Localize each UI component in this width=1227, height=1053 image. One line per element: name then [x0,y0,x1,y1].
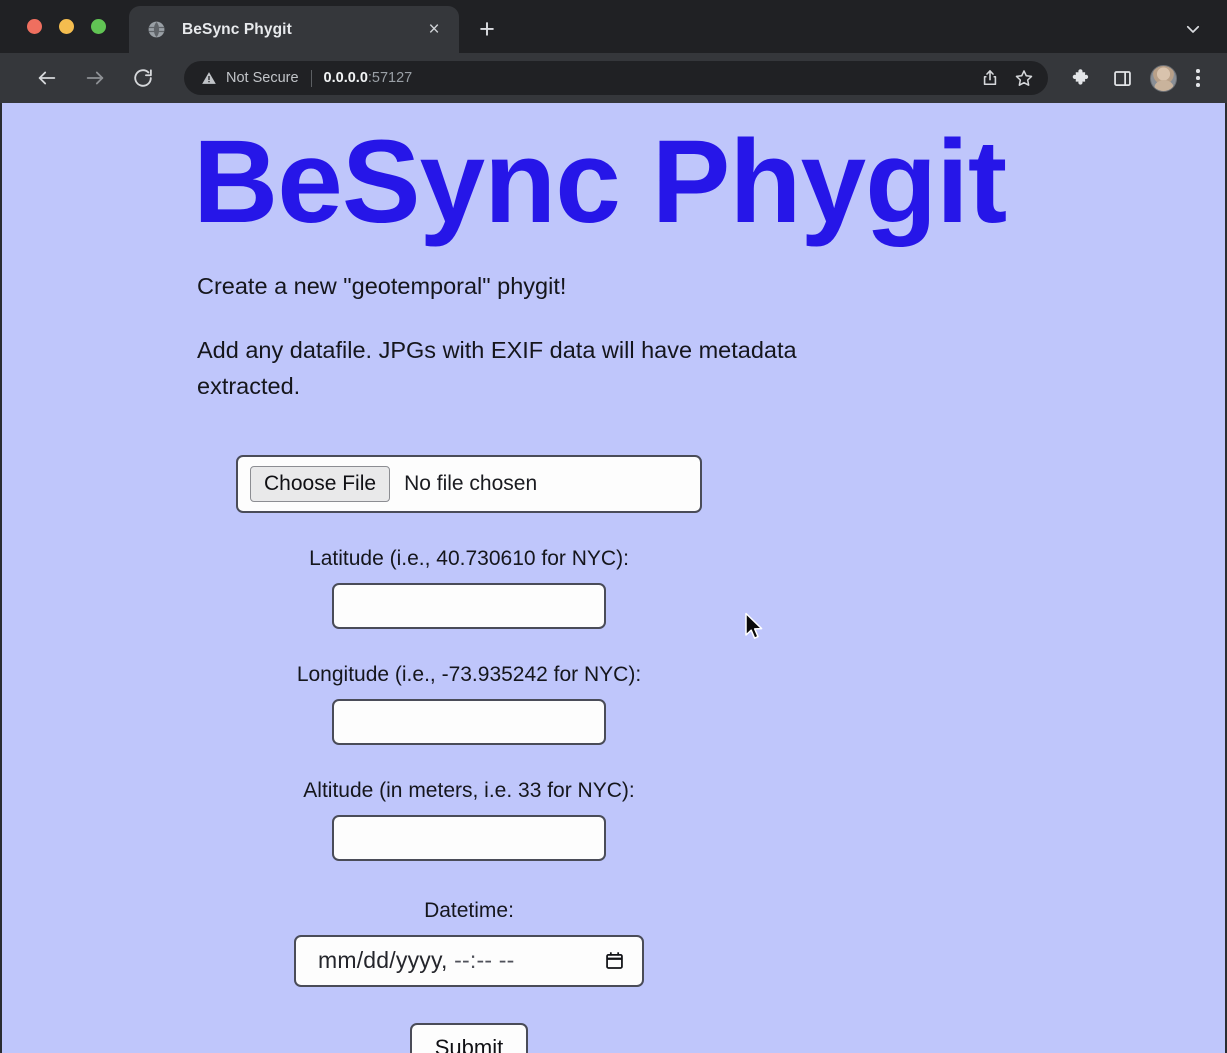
reload-icon [134,69,152,87]
file-input-row[interactable]: Choose File No file chosen [236,454,702,513]
datetime-field-group: Datetime: mm/dd/yyyy, --:-- -- [236,899,702,987]
chevron-down-icon[interactable] [1179,15,1207,43]
datetime-input[interactable]: mm/dd/yyyy, --:-- -- [294,934,644,987]
longitude-input[interactable] [332,698,606,745]
page-viewport: BeSync Phygit Create a new "geotemporal"… [0,103,1227,1053]
side-panel-button[interactable] [1106,62,1138,94]
omnibox-actions [968,68,1034,88]
phygit-form: Choose File No file chosen Latitude (i.e… [236,454,836,1053]
back-button[interactable] [28,59,66,97]
omnibox-divider [310,69,312,87]
browser-menu-button[interactable] [1183,62,1213,94]
page-title: BeSync Phygit [193,116,1007,248]
browser-window: BeSync Phygit × + Not Secure 0.0.0.0:57… [0,0,1227,1053]
new-tab-button[interactable]: + [470,12,504,46]
page-content: BeSync Phygit Create a new "geotemporal"… [2,103,1225,1053]
close-window-button[interactable] [27,19,42,34]
latitude-label: Latitude (i.e., 40.730610 for NYC): [309,546,629,570]
kebab-dot [1196,69,1200,73]
arrow-right-icon [86,71,104,85]
browser-toolbar: Not Secure 0.0.0.0 :57127 [0,53,1227,103]
maximize-window-button[interactable] [91,19,106,34]
file-status-text: No file chosen [404,471,538,495]
submit-row: Submit [236,1022,702,1053]
window-controls [27,19,106,34]
forward-button[interactable] [76,59,114,97]
altitude-field-group: Altitude (in meters, i.e. 33 for NYC): [236,779,702,861]
altitude-label: Altitude (in meters, i.e. 33 for NYC): [303,778,635,802]
choose-file-button[interactable]: Choose File [250,465,391,502]
extensions-button[interactable] [1066,62,1098,94]
minimize-window-button[interactable] [59,19,74,34]
intro-paragraph-1: Create a new "geotemporal" phygit! [197,273,567,300]
profile-avatar[interactable] [1150,64,1177,92]
latitude-field-group: Latitude (i.e., 40.730610 for NYC): [236,547,702,629]
url-host-text: 0.0.0.0 [323,70,368,86]
share-icon[interactable] [980,68,1000,88]
datetime-label: Datetime: [424,898,514,922]
star-icon[interactable] [1014,68,1034,88]
datetime-placeholder: mm/dd/yyyy, --:-- -- [318,947,515,974]
security-status-label: Not Secure [226,70,299,86]
url-port-text: :57127 [367,70,413,86]
submit-button[interactable]: Submit [410,1022,528,1053]
address-bar[interactable]: Not Secure 0.0.0.0 :57127 [184,61,1048,95]
side-panel-icon [1113,70,1131,86]
altitude-input[interactable] [332,814,606,861]
close-tab-button[interactable]: × [421,17,447,43]
browser-tab[interactable]: BeSync Phygit × [129,6,459,53]
kebab-dot [1196,76,1200,80]
calendar-icon[interactable] [604,950,625,971]
intro-paragraph-2: Add any datafile. JPGs with EXIF data wi… [197,336,797,400]
tab-strip: BeSync Phygit × + [0,0,1227,53]
datetime-date-part: mm/dd/yyyy, [318,947,455,974]
chevron-down-glyph [1186,25,1200,33]
arrow-left-icon [38,71,56,85]
longitude-field-group: Longitude (i.e., -73.935242 for NYC): [236,663,702,745]
globe-icon [148,21,165,38]
datetime-time-part: --:-- -- [454,947,515,974]
tab-title: BeSync Phygit [182,20,292,38]
latitude-input[interactable] [332,582,606,629]
longitude-label: Longitude (i.e., -73.935242 for NYC): [296,662,642,686]
puzzle-piece-icon [1072,69,1089,85]
kebab-dot [1196,83,1200,87]
reload-button[interactable] [124,59,162,97]
warning-triangle-icon [202,72,216,84]
